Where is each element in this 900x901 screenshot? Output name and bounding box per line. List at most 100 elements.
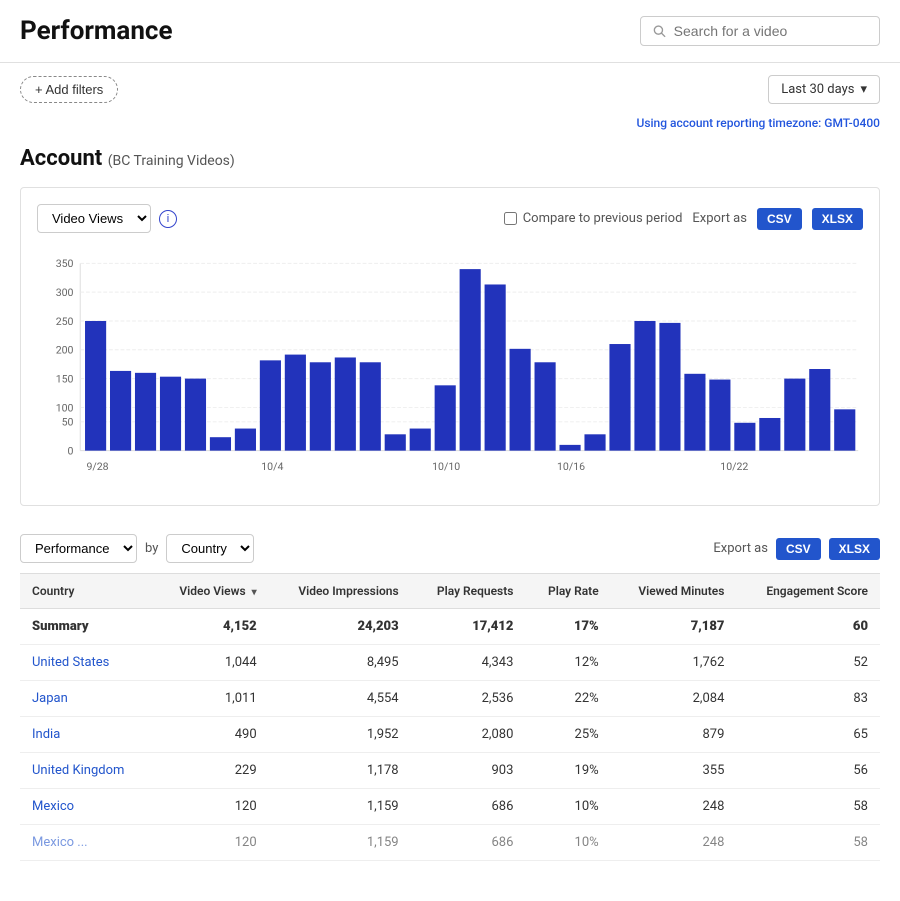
table-header: Country Video Views ▾ Video Impressions …	[20, 574, 880, 609]
bar[interactable]	[460, 269, 481, 451]
col-play-rate[interactable]: Play Rate	[525, 574, 610, 609]
bar[interactable]	[335, 357, 356, 450]
bar[interactable]	[584, 434, 605, 450]
col-viewed-minutes[interactable]: Viewed Minutes	[611, 574, 737, 609]
bar[interactable]	[834, 409, 855, 450]
bar[interactable]	[535, 362, 556, 450]
info-icon[interactable]: i	[159, 210, 177, 228]
row-play-rate: 12%	[525, 645, 610, 681]
country-link[interactable]: Mexico ...	[32, 835, 88, 850]
row-video-impressions: 1,178	[269, 753, 411, 789]
svg-text:250: 250	[56, 315, 74, 328]
bar[interactable]	[285, 355, 306, 451]
export-csv-button[interactable]: CSV	[757, 208, 802, 230]
country-link[interactable]: United States	[32, 655, 109, 670]
bar[interactable]	[684, 374, 705, 451]
row-play-rate: 22%	[525, 681, 610, 717]
col-video-views[interactable]: Video Views ▾	[153, 574, 269, 609]
row-viewed-minutes: 248	[611, 825, 737, 861]
svg-text:300: 300	[56, 286, 74, 299]
bar[interactable]	[160, 377, 181, 451]
table-export-xlsx-button[interactable]: XLSX	[829, 538, 880, 560]
bar[interactable]	[385, 434, 406, 450]
toolbar: + Add filters Last 30 days ▾	[0, 63, 900, 116]
col-engagement-score[interactable]: Engagement Score	[736, 574, 880, 609]
compare-checkbox[interactable]	[504, 212, 517, 225]
col-video-impressions[interactable]: Video Impressions	[269, 574, 411, 609]
bar[interactable]	[110, 371, 131, 451]
bar[interactable]	[784, 379, 805, 451]
country-select[interactable]: Country	[166, 534, 254, 563]
row-country[interactable]: India	[20, 717, 153, 753]
row-engagement-score: 58	[736, 789, 880, 825]
chart-controls: Video Views i Compare to previous period…	[37, 204, 863, 233]
country-link[interactable]: Mexico	[32, 799, 74, 814]
row-country[interactable]: Mexico ...	[20, 825, 153, 861]
row-viewed-minutes: 2,084	[611, 681, 737, 717]
summary-video-impressions: 24,203	[269, 609, 411, 645]
bar[interactable]	[609, 344, 630, 451]
row-play-rate: 10%	[525, 825, 610, 861]
metric-select[interactable]: Video Views	[37, 204, 151, 233]
bar[interactable]	[210, 437, 231, 450]
summary-video-views: 4,152	[153, 609, 269, 645]
country-link[interactable]: India	[32, 727, 60, 742]
performance-select[interactable]: Performance	[20, 534, 137, 563]
bar[interactable]	[85, 321, 106, 451]
svg-text:50: 50	[62, 416, 74, 429]
bar[interactable]	[559, 445, 580, 451]
export-xlsx-button[interactable]: XLSX	[812, 208, 863, 230]
bar[interactable]	[260, 360, 281, 450]
table-body: Summary 4,152 24,203 17,412 17% 7,187 60…	[20, 609, 880, 861]
add-filters-button[interactable]: + Add filters	[20, 76, 118, 103]
bar[interactable]	[734, 423, 755, 451]
bar[interactable]	[485, 284, 506, 450]
row-play-requests: 686	[411, 825, 526, 861]
country-link[interactable]: Japan	[32, 691, 68, 706]
compare-checkbox-label[interactable]: Compare to previous period	[504, 211, 683, 226]
bar[interactable]	[659, 323, 680, 451]
bar[interactable]	[435, 385, 456, 450]
row-viewed-minutes: 248	[611, 789, 737, 825]
col-play-requests[interactable]: Play Requests	[411, 574, 526, 609]
row-video-views: 1,044	[153, 645, 269, 681]
bar[interactable]	[185, 379, 206, 451]
country-link[interactable]: United Kingdom	[32, 763, 124, 778]
row-video-impressions: 4,554	[269, 681, 411, 717]
search-icon	[653, 24, 666, 38]
row-engagement-score: 83	[736, 681, 880, 717]
col-country[interactable]: Country	[20, 574, 153, 609]
row-video-views: 490	[153, 717, 269, 753]
bar[interactable]	[235, 429, 256, 451]
bar[interactable]	[360, 362, 381, 450]
row-video-impressions: 8,495	[269, 645, 411, 681]
row-play-requests: 686	[411, 789, 526, 825]
bar[interactable]	[709, 380, 730, 451]
row-country[interactable]: United Kingdom	[20, 753, 153, 789]
table-section: Performance by Country Export as CSV XLS…	[20, 526, 880, 861]
data-table: Country Video Views ▾ Video Impressions …	[20, 573, 880, 861]
row-engagement-score: 52	[736, 645, 880, 681]
bar[interactable]	[135, 373, 156, 451]
bar[interactable]	[809, 369, 830, 451]
by-label: by	[145, 541, 158, 556]
bar[interactable]	[634, 321, 655, 451]
row-country[interactable]: Mexico	[20, 789, 153, 825]
bar[interactable]	[510, 349, 531, 451]
search-input[interactable]	[674, 23, 867, 39]
date-range-selector[interactable]: Last 30 days ▾	[768, 75, 880, 104]
summary-play-requests: 17,412	[411, 609, 526, 645]
summary-engagement-score: 60	[736, 609, 880, 645]
search-box[interactable]	[640, 16, 880, 46]
bar[interactable]	[410, 429, 431, 451]
account-subtitle: (BC Training Videos)	[108, 153, 235, 169]
bar[interactable]	[759, 418, 780, 451]
table-row: United Kingdom 229 1,178 903 19% 355 56	[20, 753, 880, 789]
table-export-csv-button[interactable]: CSV	[776, 538, 821, 560]
row-country[interactable]: Japan	[20, 681, 153, 717]
row-country[interactable]: United States	[20, 645, 153, 681]
chart-controls-right: Compare to previous period Export as CSV…	[504, 208, 863, 230]
bar[interactable]	[310, 362, 331, 450]
row-viewed-minutes: 355	[611, 753, 737, 789]
table-export-label: Export as	[713, 541, 768, 556]
